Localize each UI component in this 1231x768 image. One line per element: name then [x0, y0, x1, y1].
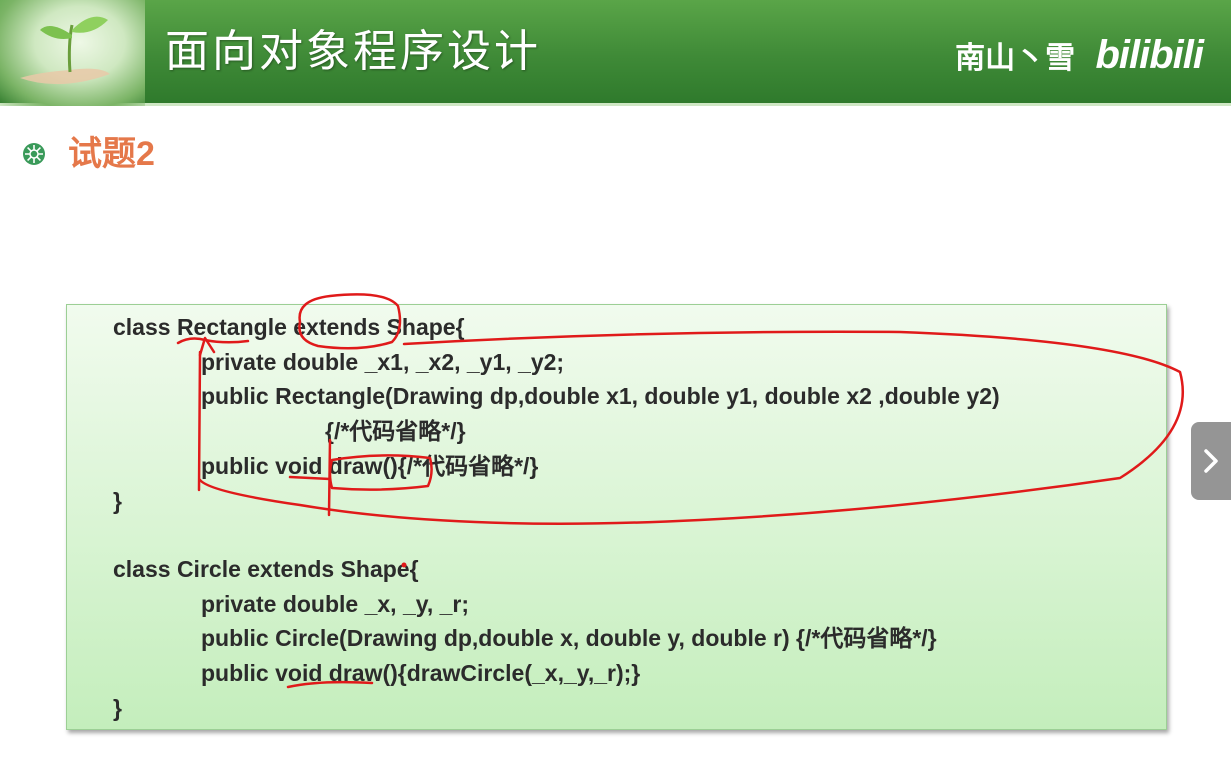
code-line: private double _x1, _x2, _y1, _y2; [201, 349, 565, 375]
video-watermark: 南山丶雪 bilibili [955, 30, 1204, 80]
plant-hands-logo [0, 0, 145, 106]
code-line: class Rectangle extends Shape{ [113, 314, 465, 340]
code-line: public Rectangle(Drawing dp,double x1, d… [201, 383, 1000, 409]
code-line: public Circle(Drawing dp,double x, doubl… [201, 625, 937, 651]
code-line: private double _x, _y, _r; [201, 591, 470, 617]
gear-flower-icon [23, 143, 45, 165]
code-line: } [113, 695, 122, 721]
slide-header: 面向对象程序设计 南山丶雪 bilibili [0, 0, 1231, 106]
section-heading: 试题2 [68, 135, 155, 173]
code-block: class Rectangle extends Shape{ private d… [66, 304, 1167, 730]
next-slide-button[interactable] [1191, 422, 1231, 500]
code-line: } [113, 488, 122, 514]
code-line: {/*代码省略*/} [325, 418, 466, 444]
bilibili-logo: bilibili [1095, 33, 1204, 77]
code-line: public void draw(){/*代码省略*/} [201, 453, 539, 479]
slide-title: 面向对象程序设计 [165, 26, 541, 77]
chevron-right-icon [1204, 449, 1218, 473]
code-line: class Circle extends Shape{ [113, 556, 419, 582]
uploader-name: 南山丶雪 [955, 42, 1076, 75]
code-line: public void draw(){drawCircle(_x,_y,_r);… [201, 660, 641, 686]
